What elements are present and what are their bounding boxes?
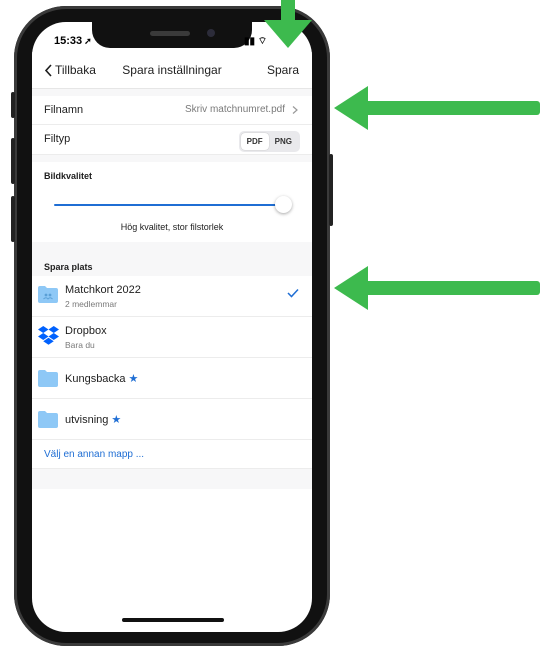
location-arrow-icon: ➚ bbox=[84, 36, 92, 46]
quality-label: Bildkvalitet bbox=[44, 171, 93, 181]
folder-icon bbox=[38, 411, 58, 428]
dropbox-icon bbox=[38, 326, 59, 345]
arrow-down-icon bbox=[264, 0, 312, 48]
location-sub: Bara du bbox=[65, 340, 95, 350]
filename-value-group: Skriv matchnumret.pdf bbox=[185, 104, 300, 115]
choose-other-folder-link[interactable]: Välj en annan mapp ... bbox=[44, 449, 144, 460]
save-button[interactable]: Spara bbox=[267, 63, 299, 77]
power-button bbox=[329, 154, 333, 226]
folder-icon bbox=[38, 370, 58, 387]
location-item-matchkort[interactable]: Matchkort 2022 2 medlemmar bbox=[32, 276, 312, 317]
arrow-left-icon bbox=[334, 86, 540, 130]
phone-screen: 15:33 ➚ ▮▮ ⌔ Tillbaka Spara inställningar… bbox=[32, 22, 312, 632]
location-name-group: utvisning ★ bbox=[65, 413, 121, 426]
chevron-right-icon bbox=[292, 105, 298, 114]
star-icon: ★ bbox=[111, 414, 122, 426]
location-item-kungsbacka[interactable]: Kungsbacka ★ bbox=[32, 358, 312, 399]
quality-slider-knob[interactable] bbox=[275, 196, 292, 213]
mute-switch bbox=[11, 92, 15, 118]
star-icon: ★ bbox=[128, 373, 139, 385]
location-item-utvisning[interactable]: utvisning ★ bbox=[32, 399, 312, 440]
quality-slider-track[interactable] bbox=[54, 204, 284, 206]
arrow-left-icon bbox=[334, 266, 540, 310]
filetype-label: Filtyp bbox=[44, 133, 71, 145]
location-name: Matchkort 2022 bbox=[65, 284, 141, 296]
filename-row[interactable]: Filnamn Skriv matchnumret.pdf bbox=[32, 96, 312, 125]
location-name-group: Kungsbacka ★ bbox=[65, 372, 138, 385]
location-sub: 2 medlemmar bbox=[65, 299, 117, 309]
location-name: utvisning bbox=[65, 414, 109, 426]
status-time: 15:33 ➚ bbox=[54, 35, 92, 47]
save-location-label: Spara plats bbox=[44, 262, 93, 272]
home-indicator bbox=[122, 618, 224, 622]
volume-up-button bbox=[11, 138, 15, 184]
speaker bbox=[150, 31, 190, 36]
nav-header: Tillbaka Spara inställningar Spara bbox=[32, 52, 312, 89]
filename-label: Filnamn bbox=[44, 104, 84, 116]
filetype-row: Filtyp PDF PNG bbox=[32, 125, 312, 155]
notch bbox=[92, 22, 252, 48]
filetype-option-pdf[interactable]: PDF bbox=[240, 133, 269, 150]
location-name: Dropbox bbox=[65, 325, 107, 337]
shared-folder-icon bbox=[38, 286, 58, 303]
time-text: 15:33 bbox=[54, 35, 83, 47]
quality-caption: Hög kvalitet, stor filstorlek bbox=[120, 222, 224, 232]
checkmark-icon bbox=[287, 288, 299, 298]
filetype-segmented-control: PDF PNG bbox=[238, 131, 300, 152]
camera bbox=[207, 29, 215, 37]
filetype-option-png[interactable]: PNG bbox=[269, 133, 298, 150]
location-item-dropbox[interactable]: Dropbox Bara du bbox=[32, 317, 312, 358]
volume-down-button bbox=[11, 196, 15, 242]
filename-value: Skriv matchnumret.pdf bbox=[184, 104, 285, 115]
location-name: Kungsbacka bbox=[65, 373, 126, 385]
